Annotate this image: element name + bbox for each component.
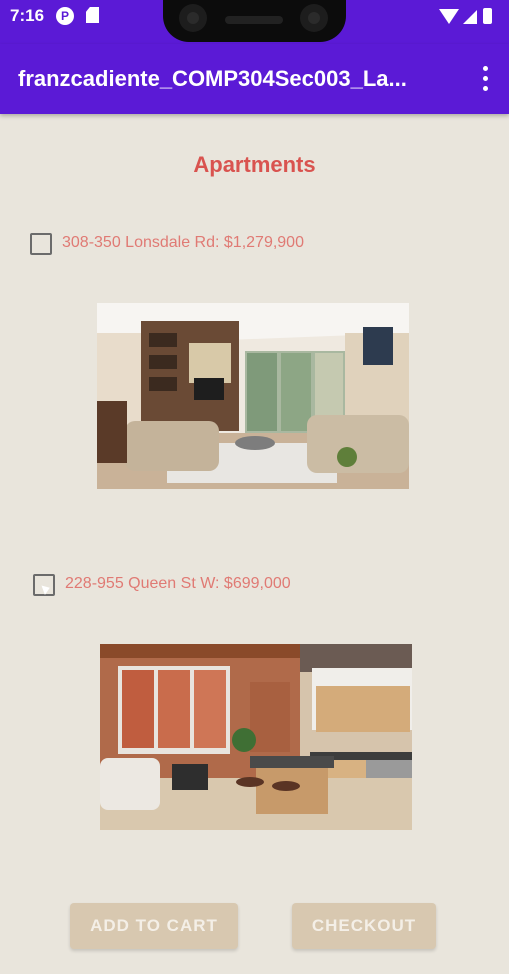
checkout-button[interactable]: CHECKOUT — [292, 903, 436, 949]
battery-icon — [483, 8, 492, 24]
listing-checkbox[interactable] — [30, 233, 52, 255]
signal-icon — [463, 10, 477, 24]
listing-label[interactable]: 308-350 Lonsdale Rd: $1,279,900 — [62, 234, 304, 252]
front-camera-icon — [179, 4, 207, 32]
page-title: Apartments — [193, 152, 316, 177]
camera-notch — [163, 0, 346, 42]
listing-label[interactable]: 228-955 Queen St W: $699,000 — [65, 575, 291, 593]
apartment-photo-living-room — [97, 303, 409, 489]
status-bar: 7:16 P — [0, 0, 509, 44]
app-bar: franzcadiente_COMP304Sec003_La... — [0, 44, 509, 114]
status-indicators — [431, 8, 501, 26]
p-notification-icon: P — [56, 7, 74, 25]
status-time: 7:16 — [10, 6, 45, 25]
sd-card-icon — [86, 7, 99, 23]
loft-image — [100, 644, 412, 830]
earpiece-speaker — [225, 16, 283, 24]
add-to-cart-button[interactable]: ADD TO CART — [70, 903, 238, 949]
apartment-photo-loft — [100, 644, 412, 830]
app-title: franzcadiente_COMP304Sec003_La... — [18, 66, 407, 91]
living-room-image — [97, 303, 409, 489]
more-vert-icon[interactable] — [475, 66, 495, 92]
wifi-icon — [439, 9, 459, 24]
front-sensor-icon — [300, 4, 328, 32]
